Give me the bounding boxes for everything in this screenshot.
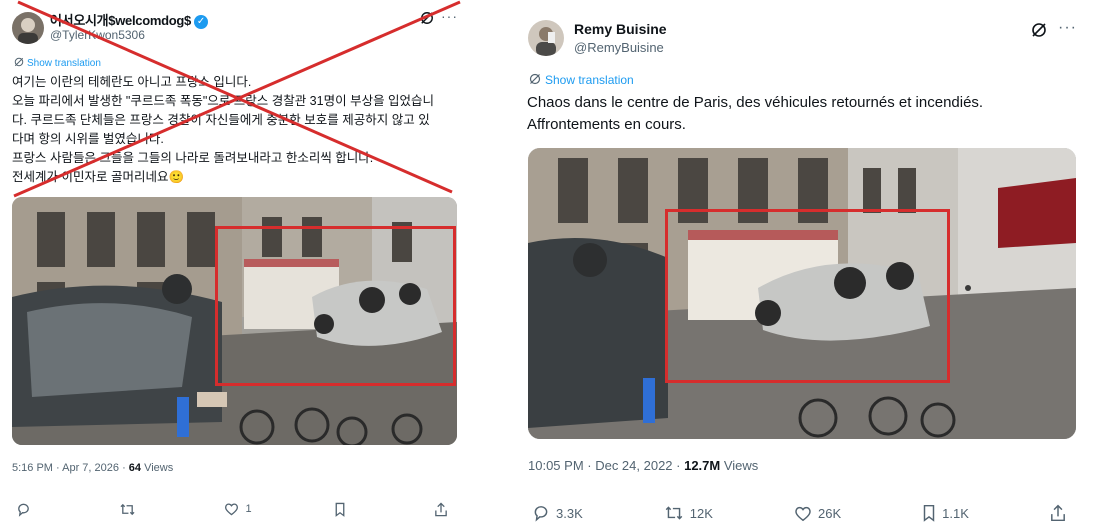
share-icon [435,501,447,516]
right-display-name[interactable]: Remy Buisine [574,21,667,37]
more-options-icon[interactable]: ··· [441,8,458,24]
heart-icon [225,503,239,516]
grok-icon[interactable] [420,11,434,30]
text-line: 전세계가 이민자로 골머리네요🙂 [12,170,185,184]
left-handle[interactable]: @TylerKwon5306 [50,28,145,42]
translate-icon [14,57,24,70]
share-icon [1051,504,1065,522]
verified-badge-icon: ✓ [193,14,208,29]
grok-icon[interactable] [1031,22,1047,43]
left-action-bar: 1 [16,500,454,518]
left-timestamp[interactable]: 5:16 PM · Apr 7, 2026 · 64 Views [12,462,173,474]
right-avatar[interactable] [528,20,564,56]
right-show-translation-link[interactable]: Show translation [529,73,634,88]
text-line: Affrontements en cours. [527,116,686,133]
right-views-count: 12.7M [684,458,721,473]
left-show-translation-link[interactable]: Show translation [14,57,101,70]
left-like-button[interactable]: 1 [224,502,252,516]
left-bookmark-button[interactable] [334,502,352,517]
right-tweet-text: Chaos dans le centre de Paris, des véhic… [527,92,983,136]
text-line: 프랑스 사람들은 그들을 그들의 나라로 돌려보내라고 한소리씩 합니다. [12,151,374,165]
left-display-name[interactable]: 어서오시개$welcomdog$ ✓ [50,10,208,29]
right-highlight-box [665,209,950,383]
left-highlight-box [215,226,456,386]
left-tweet-text: 여기는 이란의 테헤란도 아니고 프랑스 입니다. 오늘 파리에서 발생한 "쿠… [12,73,434,187]
retweet-icon [665,506,683,520]
left-retweet-button[interactable] [119,502,142,517]
bookmark-icon [923,504,935,522]
reply-icon [18,503,29,517]
left-views-count: 64 [128,462,142,474]
translate-icon [529,73,541,88]
left-tweet-card: 어서오시개$welcomdog$ ✓ @TylerKwon5306 ··· Sho… [0,0,470,532]
text-line: 여기는 이란의 테헤란도 아니고 프랑스 입니다. [12,75,252,89]
left-share-button[interactable] [434,501,454,517]
right-retweet-button[interactable]: 12K [664,504,713,522]
reply-icon [534,506,548,522]
retweet-icon [120,503,135,515]
right-reply-button[interactable]: 3.3K [532,504,583,522]
text-line: 오늘 파리에서 발생한 "쿠르드족 폭동"으로 프랑스 경찰관 31명이 부상을… [12,94,435,108]
right-tweet-card: Remy Buisine @RemyBuisine ··· Show trans… [518,0,1100,532]
text-line: 다. 쿠르드족 단체들은 프랑스 경찰이 자신들에게 충분한 보호를 제공하지 … [12,113,430,127]
right-share-button[interactable] [1050,504,1072,522]
left-avatar[interactable] [12,12,44,44]
heart-icon [795,506,811,521]
text-line: 다며 항의 시위를 벌였습니다. [12,132,164,146]
more-options-icon[interactable]: ··· [1058,19,1077,37]
right-like-button[interactable]: 26K [794,505,841,522]
bookmark-icon [335,502,345,517]
right-timestamp[interactable]: 10:05 PM · Dec 24, 2022 · 12.7M Views [528,458,758,473]
right-action-bar: 3.3K 12K 26K 1.1K [532,503,1072,523]
right-handle[interactable]: @RemyBuisine [574,40,664,55]
right-bookmark-button[interactable]: 1.1K [922,504,969,522]
text-line: Chaos dans le centre de Paris, des véhic… [527,94,984,111]
left-reply-button[interactable] [16,502,37,517]
